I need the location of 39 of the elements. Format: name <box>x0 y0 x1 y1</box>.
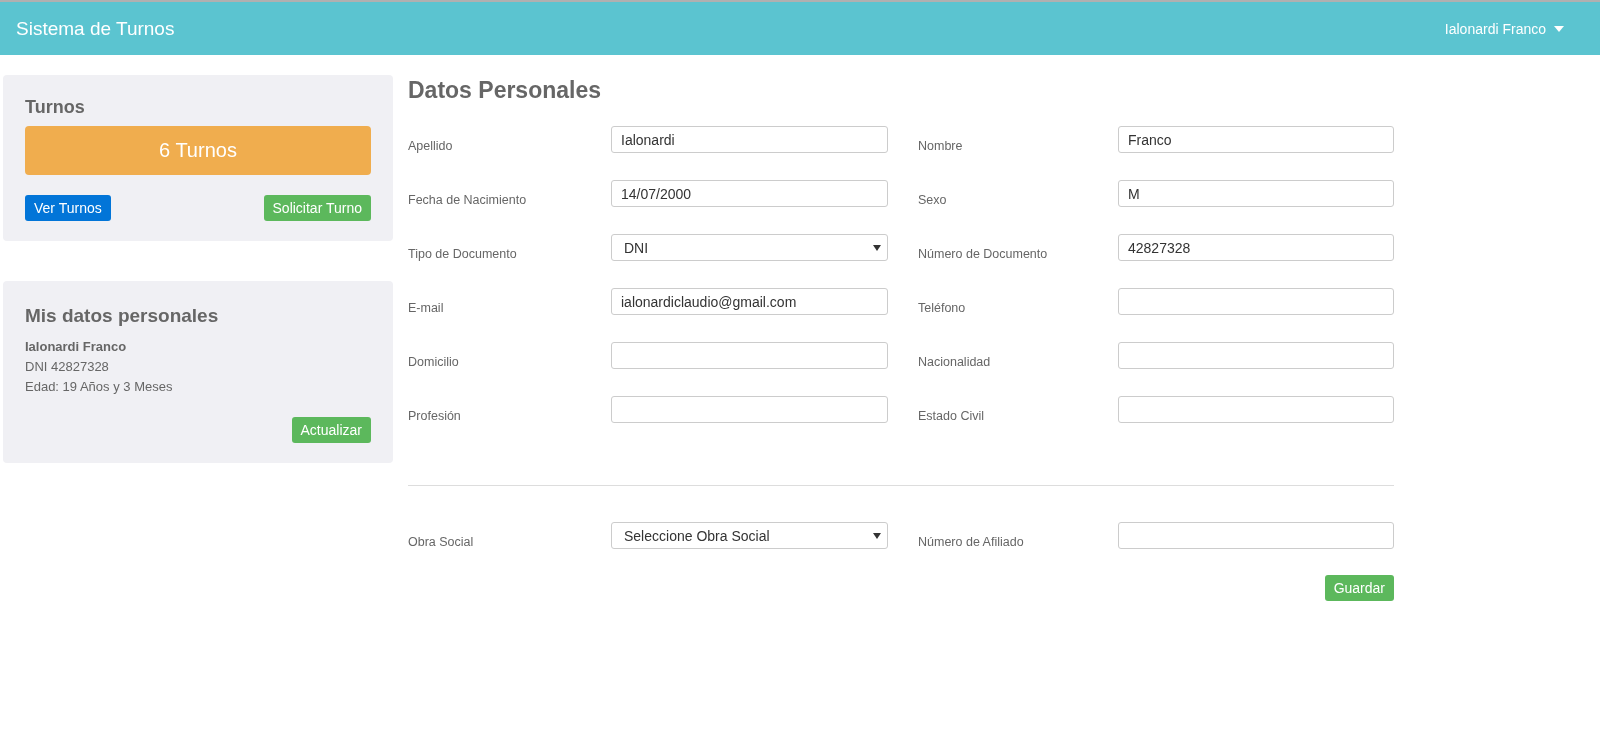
select-field[interactable]: DNI <box>611 234 888 261</box>
field-label: Teléfono <box>918 299 967 315</box>
field-label: Obra Social <box>408 533 475 549</box>
caret-icon <box>1554 25 1564 32</box>
field-label: Nacionalidad <box>918 353 992 369</box>
dropdown-caret-icon <box>873 531 881 540</box>
card-title: Turnos <box>25 97 86 118</box>
person-name: Ialonardi Franco <box>25 338 128 356</box>
input-field[interactable]: ialonardiclaudio@gmail.com <box>611 288 888 315</box>
turnos-count: 6 Turnos <box>25 126 371 175</box>
card-title: Mis datos personales <box>25 305 220 327</box>
field-label: Profesión <box>408 407 462 423</box>
field-label: E-mail <box>408 299 445 315</box>
field-label: Apellido <box>408 137 454 153</box>
form-title: Datos Personales <box>408 77 603 104</box>
input-field[interactable] <box>1118 288 1394 315</box>
input-field[interactable]: Franco <box>1118 126 1394 153</box>
input-field[interactable] <box>611 396 888 423</box>
field-label: Número de Afiliado <box>918 533 1025 549</box>
document-text: DNI 42827328 <box>25 358 110 376</box>
field-label: Fecha de Nacimiento <box>408 191 528 207</box>
field-label: Nombre <box>918 137 964 153</box>
field-label: Estado Civil <box>918 407 985 423</box>
input-field[interactable] <box>611 342 888 369</box>
action-button[interactable]: Ver Turnos <box>25 195 111 221</box>
field-label: Sexo <box>918 191 948 207</box>
input-field[interactable] <box>1118 396 1394 423</box>
input-field[interactable]: 14/07/2000 <box>611 180 888 207</box>
age-text: Edad: 19 Años y 3 Meses <box>25 378 174 396</box>
field-label: Número de Documento <box>918 245 1049 261</box>
input-field[interactable] <box>1118 342 1394 369</box>
input-field[interactable] <box>1118 522 1394 549</box>
select-field[interactable]: Seleccione Obra Social <box>611 522 888 549</box>
field-label: Tipo de Documento <box>408 245 518 261</box>
input-field[interactable]: 42827328 <box>1118 234 1394 261</box>
field-label: Domicilio <box>408 353 460 369</box>
dropdown-caret-icon <box>873 243 881 252</box>
input-field[interactable]: M <box>1118 180 1394 207</box>
input-field[interactable]: Ialonardi <box>611 126 888 153</box>
